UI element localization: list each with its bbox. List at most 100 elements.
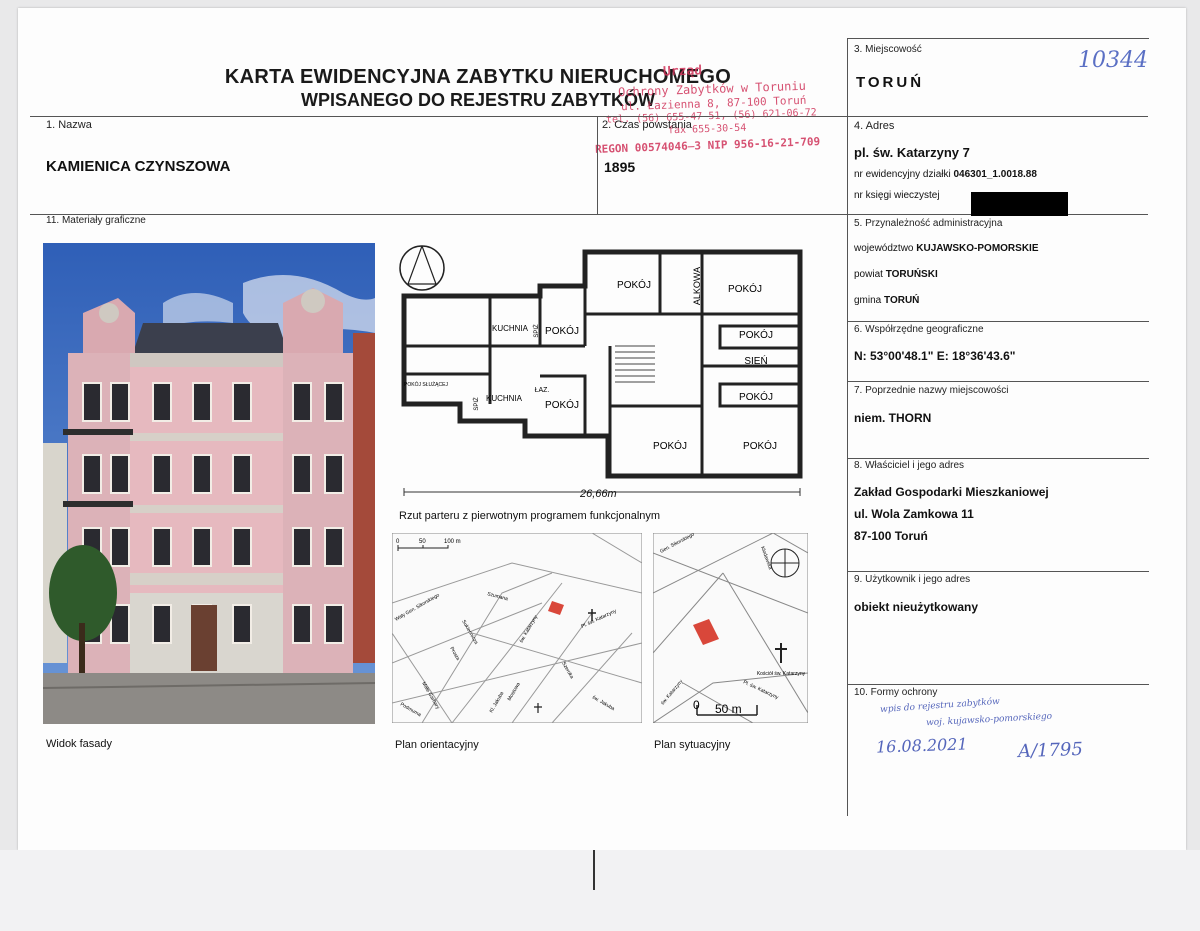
facade-window bbox=[232, 454, 252, 494]
field-former-names-value: niem. THORN bbox=[854, 411, 932, 425]
room-label: KUCHNIA bbox=[492, 324, 529, 333]
facade-window bbox=[324, 527, 344, 567]
facade-window bbox=[152, 527, 172, 567]
row-divider bbox=[30, 116, 1148, 117]
field-plot-value: 046301_1.0018.88 bbox=[953, 169, 1037, 180]
floor-plan: POKÓJ POKÓJ POKÓJ SIEŃ POKÓJ POKÓJ POKÓJ… bbox=[399, 245, 803, 496]
handwritten-date: 16.08.2021 bbox=[875, 734, 968, 757]
scale-label: 50 m bbox=[715, 702, 742, 716]
facade-window bbox=[152, 382, 172, 422]
field-plot-row: nr ewidencyjny działki 046301_1.0018.88 bbox=[854, 169, 1037, 180]
facade-window bbox=[192, 527, 212, 567]
room-label: SIEŃ bbox=[744, 354, 767, 367]
room-label: POKÓJ bbox=[743, 439, 777, 452]
facade-window bbox=[232, 382, 252, 422]
redaction-box bbox=[971, 192, 1068, 216]
fold-mark bbox=[593, 850, 595, 890]
column-divider bbox=[847, 38, 848, 816]
facade-window bbox=[324, 604, 344, 644]
field-municipality-label: gmina bbox=[854, 295, 882, 306]
facade-window bbox=[82, 382, 102, 422]
handwritten-register-number: A/1795 bbox=[1017, 738, 1084, 763]
room-label: SPIŻ bbox=[473, 397, 480, 411]
room-label: POKÓJ SŁUŻĄCEJ bbox=[404, 381, 448, 388]
room-label: POKÓJ bbox=[653, 439, 687, 452]
field-county: powiat TORUŃSKI bbox=[854, 269, 938, 280]
north-arrow-icon bbox=[399, 245, 445, 291]
facade-window bbox=[292, 604, 312, 644]
dimension-label: 26,66m bbox=[580, 488, 617, 500]
room-label: POKÓJ bbox=[545, 324, 579, 337]
row-divider bbox=[847, 38, 1149, 39]
field-owner-line1: Zakład Gospodarki Mieszkaniowej bbox=[854, 485, 1049, 499]
facade-window bbox=[292, 454, 312, 494]
caption-orientation-map: Plan orientacyjny bbox=[395, 739, 479, 751]
facade-window bbox=[192, 454, 212, 494]
field-divider bbox=[597, 116, 598, 214]
room-label: POKÓJ bbox=[739, 328, 773, 341]
facade-window bbox=[292, 382, 312, 422]
church-label: Kościół św. Katarzyny bbox=[757, 671, 806, 677]
facade-window bbox=[110, 382, 130, 422]
field-voivodeship-label: województwo bbox=[854, 243, 914, 254]
archive-number: 10344 bbox=[1078, 48, 1148, 73]
field-name-value: KAMIENICA CZYNSZOWA bbox=[46, 158, 231, 175]
field-user-label: 9. Użytkownik i jego adres bbox=[854, 574, 971, 585]
field-county-value: TORUŃSKI bbox=[885, 269, 938, 280]
field-date-value: 1895 bbox=[604, 159, 636, 175]
row-divider bbox=[847, 458, 1149, 459]
field-user-value: obiekt nieużytkowany bbox=[854, 600, 979, 614]
handwritten-entry-line1: wpis do rejestru zabytków bbox=[879, 696, 1001, 716]
site-map: Kościół św. Katarzyny Gen. Sikorskiego K… bbox=[653, 533, 808, 723]
field-voivodeship: województwo KUJAWSKO-POMORSKIE bbox=[854, 243, 1039, 254]
orientation-map: 0 50 100 m Wały Gen. Sikorskiego Szumana… bbox=[392, 533, 642, 723]
caption-facade: Widok fasady bbox=[46, 738, 113, 750]
row-divider bbox=[847, 684, 1149, 685]
row-divider bbox=[847, 381, 1149, 382]
facade-window bbox=[324, 454, 344, 494]
caption-site-map: Plan sytuacyjny bbox=[654, 739, 731, 751]
field-locality-value: TORUŃ bbox=[856, 74, 925, 91]
room-label: POKÓJ bbox=[739, 390, 773, 403]
field-voivodeship-value: KUJAWSKO-POMORSKIE bbox=[916, 243, 1039, 254]
field-landbook-label: nr księgi wieczystej bbox=[854, 190, 940, 201]
facade-window bbox=[232, 604, 252, 644]
stamp-regon: REGON 00574046̶3 NIP 956-16-21-709 bbox=[594, 135, 821, 156]
field-address-value: pl. św. Katarzyny 7 bbox=[854, 145, 970, 160]
field-address-label: 4. Adres bbox=[854, 120, 895, 132]
registry-card: KARTA EWIDENCYJNA ZABYTKU NIERUCHOMEGO W… bbox=[18, 8, 1186, 850]
field-name-label: 1. Nazwa bbox=[46, 119, 92, 131]
caption-floor-plan: Rzut parteru z pierwotnym programem funk… bbox=[399, 510, 661, 522]
field-coordinates-label: 6. Współrzędne geograficzne bbox=[854, 324, 984, 335]
room-label: POKÓJ bbox=[545, 398, 579, 411]
room-label: ALKOWA bbox=[692, 267, 702, 305]
facade-window bbox=[292, 527, 312, 567]
facade-window bbox=[232, 527, 252, 567]
facade-window bbox=[152, 454, 172, 494]
field-graphics-label: 11. Materiały graficzne bbox=[46, 215, 146, 226]
facade-window bbox=[152, 604, 172, 644]
scale-label: 50 bbox=[419, 539, 426, 545]
facade-window bbox=[192, 382, 212, 422]
field-coordinates-value: N: 53°00'48.1" E: 18°36'43.6" bbox=[854, 349, 1016, 363]
field-former-names-label: 7. Poprzednie nazwy miejscowości bbox=[854, 385, 1009, 396]
scale-label: 100 m bbox=[444, 539, 461, 545]
field-locality-label: 3. Miejscowość bbox=[854, 44, 922, 55]
field-owner-line2: ul. Wola Zamkowa 11 bbox=[854, 507, 974, 521]
room-label: SPIŻ bbox=[533, 324, 540, 338]
field-county-label: powiat bbox=[854, 269, 883, 280]
room-label: POKÓJ bbox=[617, 278, 651, 291]
room-label: KUCHNIA bbox=[486, 394, 523, 403]
room-label: ŁAZ. bbox=[535, 387, 550, 394]
stamp-office: Urząd bbox=[662, 63, 703, 80]
scale-label: 0 bbox=[693, 698, 700, 712]
next-page-edge bbox=[0, 850, 1200, 931]
field-owner-line3: 87-100 Toruń bbox=[854, 529, 928, 543]
field-municipality-value: TORUŃ bbox=[884, 295, 920, 306]
facade-window bbox=[82, 454, 102, 494]
handwritten-entry-line2: woj. kujawsko-pomorskiego bbox=[925, 711, 1053, 729]
room-label: POKÓJ bbox=[728, 282, 762, 295]
field-admin-label: 5. Przynależność administracyjna bbox=[854, 218, 1003, 229]
row-divider bbox=[847, 321, 1149, 322]
facade-window bbox=[110, 454, 130, 494]
